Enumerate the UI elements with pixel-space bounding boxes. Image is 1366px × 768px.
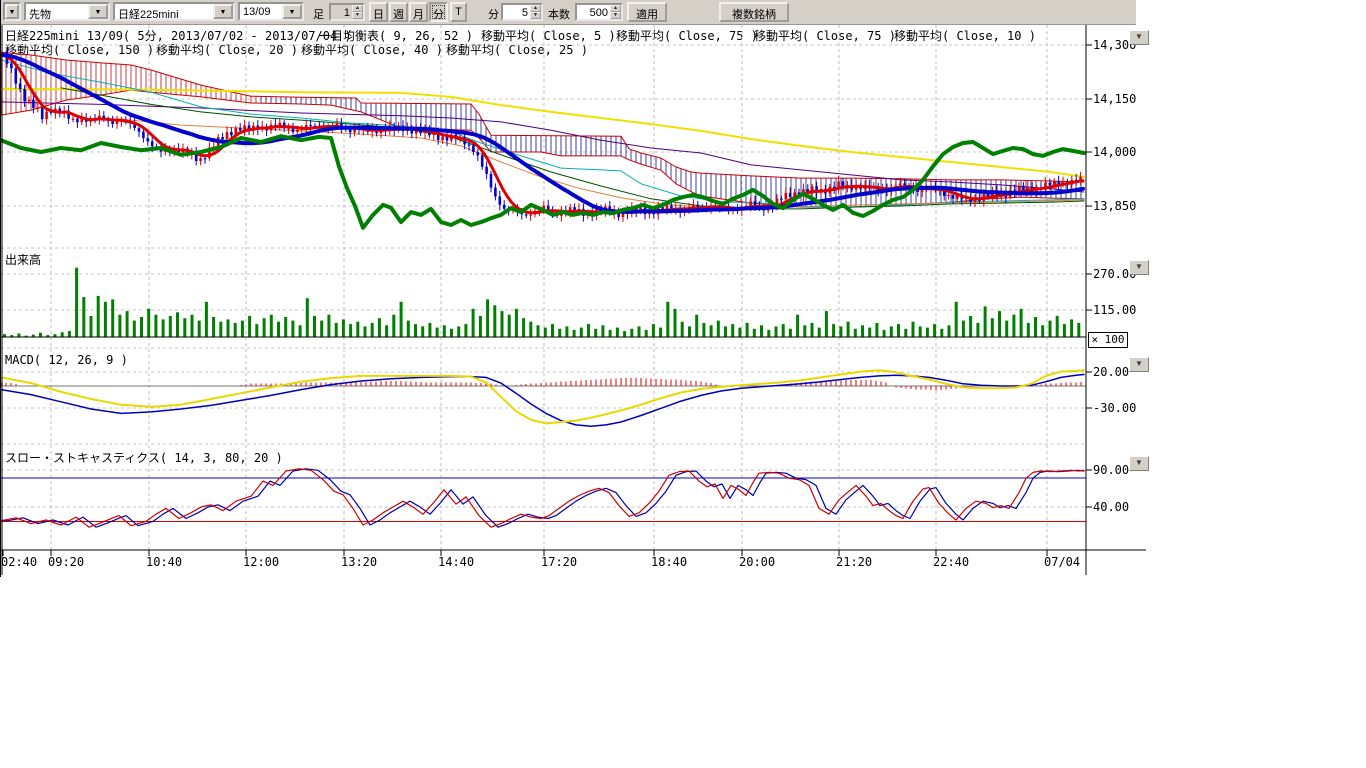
spinner-buttons[interactable]: ▲ ▼ <box>352 5 363 19</box>
time-axis-label: 22:40 <box>933 555 969 569</box>
period-week-button[interactable]: 週 <box>389 2 408 22</box>
time-axis-label: 14:40 <box>438 555 474 569</box>
time-axis-label: 09:20 <box>48 555 84 569</box>
category-select[interactable]: 先物 ▼ <box>24 2 110 21</box>
minute-spinner[interactable]: 5 ▲ ▼ <box>501 3 543 21</box>
price-panel-menu-button[interactable]: ▼ <box>1129 30 1149 45</box>
spinner-buttons[interactable]: ▲ ▼ <box>610 5 621 19</box>
chevron-down-icon: ▼ <box>1135 32 1143 41</box>
volume-axis-label: 115.00 <box>1093 303 1136 317</box>
bar-interval-value: 1 <box>331 5 352 19</box>
volume-panel-menu-button[interactable]: ▼ <box>1129 260 1149 275</box>
volume-panel-label: 出来高 <box>5 251 41 268</box>
price-axis-label: 13,850 <box>1093 199 1136 213</box>
period-minute-button[interactable]: 分 <box>429 2 448 22</box>
period-tick-button[interactable]: T <box>450 2 467 22</box>
grid-layer <box>1 25 1086 550</box>
time-axis-label: 10:40 <box>146 555 182 569</box>
category-select-value: 先物 <box>26 4 88 19</box>
stoch-axis-label: 90.00 <box>1093 463 1129 477</box>
bar-count-spinner[interactable]: 500 ▲ ▼ <box>575 3 623 21</box>
macd-axis-label: 20.00 <box>1093 365 1129 379</box>
macd-panel-menu-button[interactable]: ▼ <box>1129 357 1149 372</box>
period-day-button[interactable]: 日 <box>369 2 388 22</box>
time-axis-label: 07/04 <box>1044 555 1080 569</box>
spinner-up-icon[interactable]: ▲ <box>352 5 363 12</box>
time-axis-label: 18:40 <box>651 555 687 569</box>
time-axis-label: 20:00 <box>739 555 775 569</box>
contract-select[interactable]: 13/09 ▼ <box>238 2 304 21</box>
time-axis-label: 12:00 <box>243 555 279 569</box>
chevron-down-icon: ▼ <box>1135 359 1143 368</box>
chart-application-window: ▼ 先物 ▼ 日経225mini ▼ 13/09 ▼ 足 1 ▲ ▼ 日 週 月… <box>0 0 1150 577</box>
bar-count-label: 本数 <box>548 6 570 22</box>
price-axis-label: 14,000 <box>1093 145 1136 159</box>
mini-dropdown[interactable]: ▼ <box>3 2 21 21</box>
time-axis-label: 02:40 <box>1 555 37 569</box>
stoch-axis-label: 40.00 <box>1093 500 1129 514</box>
contract-select-value: 13/09 <box>240 4 282 19</box>
chevron-down-icon[interactable]: ▼ <box>213 4 233 19</box>
toolbar: ▼ 先物 ▼ 日経225mini ▼ 13/09 ▼ 足 1 ▲ ▼ 日 週 月… <box>1 0 1136 25</box>
bar-count-value: 500 <box>577 5 610 19</box>
period-month-button[interactable]: 月 <box>409 2 428 22</box>
spinner-down-icon[interactable]: ▼ <box>610 12 621 19</box>
chevron-down-icon: ▼ <box>1135 458 1143 467</box>
minute-label: 分 <box>488 6 499 22</box>
spinner-up-icon[interactable]: ▲ <box>610 5 621 12</box>
apply-button[interactable]: 適用 <box>627 2 667 22</box>
stoch-panel-menu-button[interactable]: ▼ <box>1129 456 1149 471</box>
chevron-down-icon[interactable]: ▼ <box>5 4 19 19</box>
time-axis-label: 17:20 <box>541 555 577 569</box>
minute-value: 5 <box>503 5 530 19</box>
bar-interval-spinner[interactable]: 1 ▲ ▼ <box>329 3 365 21</box>
spinner-down-icon[interactable]: ▼ <box>352 12 363 19</box>
thick-ma-lines <box>1 55 1084 228</box>
time-axis-label: 13:20 <box>341 555 377 569</box>
spinner-down-icon[interactable]: ▼ <box>530 12 541 19</box>
price-axis-label: 14,150 <box>1093 92 1136 106</box>
chart-canvas[interactable] <box>1 24 1150 577</box>
chevron-down-icon: ▼ <box>1135 262 1143 271</box>
volume-multiplier-box: × 100 <box>1088 332 1128 348</box>
spinner-up-icon[interactable]: ▲ <box>530 5 541 12</box>
symbol-select-value: 日経225mini <box>115 4 213 19</box>
chevron-down-icon[interactable]: ▼ <box>282 4 302 19</box>
time-axis-label: 21:20 <box>836 555 872 569</box>
macd-panel-label: MACD( 12, 26, 9 ) <box>5 353 128 367</box>
chevron-down-icon[interactable]: ▼ <box>88 4 108 19</box>
macd-axis-label: -30.00 <box>1093 401 1136 415</box>
symbol-select[interactable]: 日経225mini ▼ <box>113 2 235 21</box>
bar-type-label: 足 <box>313 6 324 22</box>
multi-symbol-button[interactable]: 複数銘柄 <box>719 2 789 22</box>
spinner-buttons[interactable]: ▲ ▼ <box>530 5 541 19</box>
stoch-panel-label: スロー・ストキャスティクス( 14, 3, 80, 20 ) <box>5 449 283 466</box>
